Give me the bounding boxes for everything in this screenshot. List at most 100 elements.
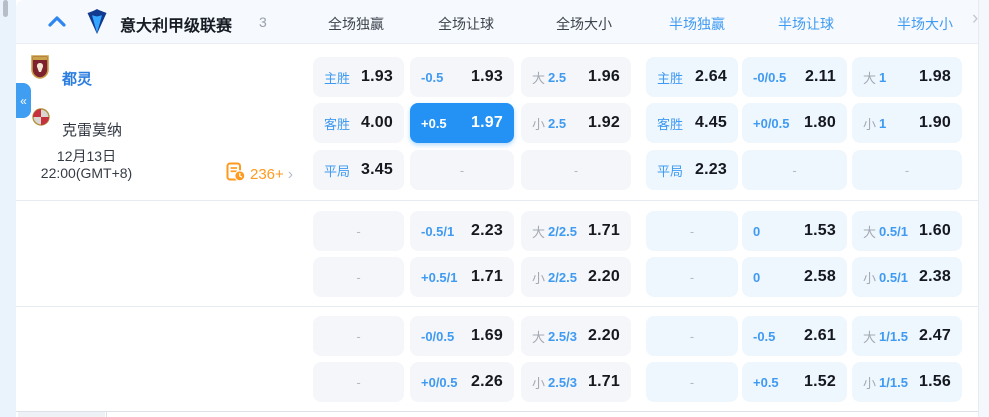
odds-cell[interactable]: - [646, 362, 738, 402]
odds-label: 客胜 [324, 116, 351, 132]
odds-value: 2.38 [919, 268, 951, 285]
odds-cell[interactable]: 主胜 2.64 [646, 57, 738, 97]
odds-cell[interactable]: - [313, 362, 404, 402]
collapse-glyph: « [20, 93, 27, 108]
odds-value: 1.60 [919, 222, 951, 239]
odds-value: 2.23 [695, 161, 727, 178]
column-header-ft-moneyline: 全场独赢 [328, 16, 384, 32]
column-header-ht-moneyline[interactable]: 半场独赢 [669, 14, 725, 34]
odds-cell[interactable]: - [313, 257, 404, 297]
odds-selection: +0/0.5 [753, 116, 790, 131]
odds-cell[interactable]: +0.5 1.97 [410, 103, 514, 143]
odds-cell[interactable]: - [521, 150, 631, 190]
odds-cell[interactable]: 大 2.5/3 2.20 [521, 316, 631, 356]
odds-line: 2.5 [548, 115, 567, 131]
odds-selection: 大 2.5/3 [532, 327, 577, 346]
more-markets-button[interactable]: 236+ › [226, 162, 293, 187]
odds-prefix: 小 [532, 116, 546, 132]
odds-value: 1.96 [588, 68, 620, 85]
odds-cell[interactable]: 小 2.5 1.92 [521, 103, 631, 143]
odds-cell[interactable]: - [646, 211, 738, 251]
odds-value: 2.61 [804, 327, 836, 344]
odds-value: 2.58 [804, 268, 836, 285]
odds-cell[interactable]: 大 1/1.5 2.47 [852, 316, 962, 356]
odds-value: 1.56 [919, 373, 951, 390]
odds-cell[interactable]: - [313, 316, 404, 356]
odds-cell[interactable]: 主胜 1.93 [313, 57, 404, 97]
odds-cell[interactable]: -0/0.5 2.11 [742, 57, 847, 97]
odds-line: -0/0.5 [421, 328, 455, 344]
odds-value: 1.97 [471, 114, 503, 131]
league-title[interactable]: 意大利甲级联赛 [120, 12, 232, 36]
odds-cell[interactable]: 客胜 4.45 [646, 103, 738, 143]
odds-value: 2.47 [919, 327, 951, 344]
odds-prefix: 小 [532, 270, 546, 286]
right-scroll-strip[interactable] [978, 0, 989, 417]
odds-prefix: 大 [532, 329, 546, 345]
odds-prefix: 大 [863, 224, 877, 240]
odds-prefix: 小 [863, 270, 877, 286]
column-header-ht-overunder[interactable]: 半场大小 [897, 14, 953, 34]
odds-selection: +0.5 [753, 375, 779, 390]
odds-value: 4.45 [695, 114, 727, 131]
odds-cell[interactable]: - [852, 150, 962, 190]
odds-cell[interactable]: - [410, 150, 514, 190]
odds-cell[interactable]: 小 0.5/1 2.38 [852, 257, 962, 297]
odds-cell[interactable]: 大 0.5/1 1.60 [852, 211, 962, 251]
odds-selection: 小 2/2.5 [532, 268, 577, 287]
odds-cell[interactable]: 平局 3.45 [313, 150, 404, 190]
odds-cell[interactable]: -0.5 2.61 [742, 316, 847, 356]
odds-cell[interactable]: - [742, 150, 847, 190]
odds-line: -0.5 [753, 328, 776, 344]
odds-line: 0 [753, 223, 761, 239]
odds-selection: -0/0.5 [421, 329, 454, 344]
odds-cell[interactable]: +0/0.5 1.80 [742, 103, 847, 143]
odds-cell[interactable]: +0.5 1.52 [742, 362, 847, 402]
odds-cell[interactable]: 大 1 1.98 [852, 57, 962, 97]
odds-cell[interactable]: 大 2/2.5 1.71 [521, 211, 631, 251]
odds-cell[interactable]: 大 2.5 1.96 [521, 57, 631, 97]
odds-cell[interactable]: 客胜 4.00 [313, 103, 404, 143]
odds-cell[interactable]: 小 2.5/3 1.71 [521, 362, 631, 402]
odds-cell[interactable]: - [646, 316, 738, 356]
odds-selection: 大 2/2.5 [532, 222, 577, 241]
odds-selection: 平局 [324, 161, 350, 180]
odds-line: -0/0.5 [753, 69, 787, 85]
odds-selection: -0.5/1 [421, 224, 454, 239]
odds-cell[interactable]: - [313, 211, 404, 251]
empty-dash: - [689, 269, 695, 285]
home-team-name[interactable]: 都灵 [62, 68, 92, 89]
odds-line: 1/1.5 [879, 328, 908, 344]
column-header-ht-handicap[interactable]: 半场让球 [778, 14, 834, 34]
odds-value: 1.71 [588, 373, 620, 390]
away-team-name[interactable]: 克雷莫纳 [62, 119, 122, 140]
odds-prefix: 大 [532, 70, 546, 86]
odds-cell[interactable]: -0/0.5 1.69 [410, 316, 514, 356]
odds-cell[interactable]: 小 2/2.5 2.20 [521, 257, 631, 297]
odds-line: 2.5/3 [548, 374, 577, 390]
collapse-league-chevron-up-icon[interactable] [48, 15, 66, 33]
odds-cell[interactable]: 小 1/1.5 1.56 [852, 362, 962, 402]
odds-cell[interactable]: +0/0.5 2.26 [410, 362, 514, 402]
odds-selection: 大 2.5 [532, 68, 566, 87]
odds-selection: 0 [753, 270, 760, 285]
odds-selection: -0.5 [753, 329, 775, 344]
odds-prefix: 大 [532, 224, 546, 240]
odds-value: 2.11 [804, 68, 836, 85]
odds-cell[interactable]: 0 2.58 [742, 257, 847, 297]
odds-panel: 意大利甲级联赛 3 全场独赢 全场让球 全场大小 半场独赢 半场让球 半场大小 … [0, 0, 989, 417]
scrollbar-thumb[interactable] [3, 0, 8, 17]
odds-cell[interactable]: -0.5 1.93 [410, 57, 514, 97]
odds-cell[interactable]: 平局 2.23 [646, 150, 738, 190]
odds-cell[interactable]: +0.5/1 1.71 [410, 257, 514, 297]
away-team-crest [32, 108, 50, 131]
odds-value: 1.92 [588, 114, 620, 131]
odds-cell[interactable]: 0 1.53 [742, 211, 847, 251]
odds-selection: 客胜 [324, 114, 350, 133]
group-divider [16, 200, 978, 201]
odds-cell[interactable]: - [646, 257, 738, 297]
odds-value: 1.52 [804, 373, 836, 390]
collapse-sidebar-button[interactable]: « [16, 83, 31, 118]
odds-cell[interactable]: 小 1 1.90 [852, 103, 962, 143]
odds-cell[interactable]: -0.5/1 2.23 [410, 211, 514, 251]
